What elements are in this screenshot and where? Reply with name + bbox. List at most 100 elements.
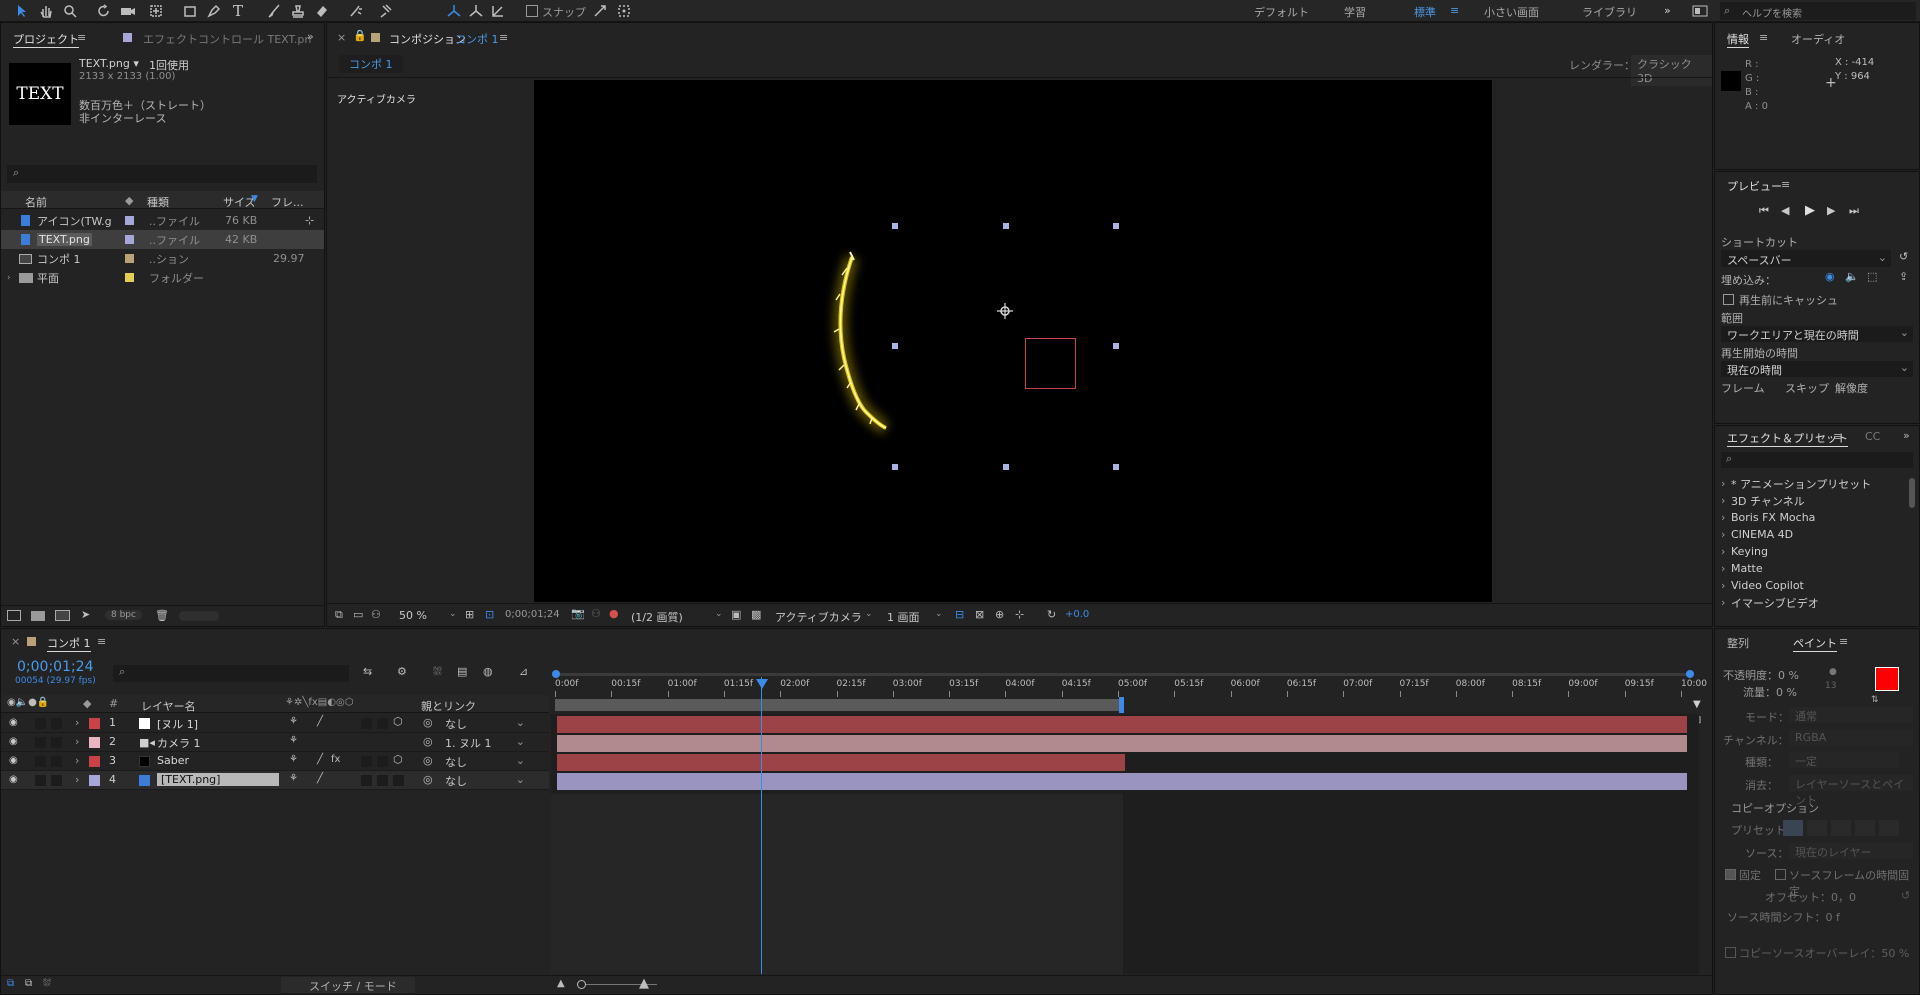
aligned-checkbox[interactable] xyxy=(1725,869,1736,880)
project-item[interactable]: コンポ 1 ..ション 29.97 xyxy=(1,249,324,268)
effect-switch-icon[interactable]: fx xyxy=(331,754,340,765)
lock-switch[interactable] xyxy=(51,737,62,748)
layer-bar-null[interactable] xyxy=(557,716,1687,733)
eraser-tool-icon[interactable] xyxy=(312,1,332,21)
chevron-down-icon[interactable]: ⌄ xyxy=(449,609,457,619)
shortcut-dropdown[interactable]: スペースバー ⌄ xyxy=(1721,250,1891,267)
transparency-grid-icon[interactable]: ▩ xyxy=(751,608,761,621)
tab-effects-presets[interactable]: エフェクト＆プリセット xyxy=(1727,430,1848,447)
shy-layers-icon[interactable]: ⛆ xyxy=(433,665,442,679)
layer-label-color[interactable] xyxy=(89,718,100,729)
project-item[interactable]: TEXT.png ..ファイル 42 KB xyxy=(1,230,324,249)
workspace-library[interactable]: ライブラリ xyxy=(1582,4,1637,20)
disclosure-arrow-icon[interactable]: › xyxy=(75,735,79,748)
shy-switch-icon[interactable]: ⚘ xyxy=(289,716,298,727)
parent-link-header[interactable]: 親とリンク xyxy=(421,698,476,714)
toggle-transparency-icon[interactable]: ⊡ xyxy=(485,608,494,621)
shy-switch-icon[interactable]: ⚘ xyxy=(289,735,298,746)
layer-row[interactable]: ◉ › 4 [TEXT.png] ⚘ ╱ ◎ なし ⌄ xyxy=(1,771,549,790)
flowchart-icon[interactable]: ⊹ xyxy=(1015,608,1024,621)
lock-switch[interactable] xyxy=(51,756,62,767)
disclosure-arrow-icon[interactable]: › xyxy=(1721,494,1725,507)
view-axis-icon[interactable] xyxy=(488,1,508,21)
new-folder-icon[interactable] xyxy=(31,611,45,621)
disclosure-arrow-icon[interactable]: › xyxy=(75,754,79,767)
layer-row[interactable]: ◉ › 2 ■◂ カメラ 1 ⚘ ◎ 1. ヌル 1 ⌄ xyxy=(1,733,549,752)
in-out-toggle-icon[interactable]: ⛆ xyxy=(43,978,51,989)
tab-timeline-comp[interactable]: コンポ 1 xyxy=(47,635,91,652)
zoom-level[interactable]: 50 % xyxy=(399,609,427,622)
solo-switch[interactable] xyxy=(35,756,46,767)
quality-switch-icon[interactable]: ╱ xyxy=(317,716,323,727)
current-time[interactable]: 0;00;01;24 xyxy=(505,609,560,620)
disclosure-arrow-icon[interactable]: › xyxy=(75,773,79,786)
parent-dropdown[interactable]: 1. ヌル 1 ⌄ xyxy=(445,735,525,750)
workspace-overflow-icon[interactable]: » xyxy=(1664,4,1671,17)
frame-blending-icon[interactable]: ▤ xyxy=(457,665,467,678)
timeline-current-time[interactable]: 0;00;01;24 xyxy=(17,659,94,675)
pick-whip-icon[interactable]: ◎ xyxy=(423,773,433,786)
layer-name[interactable]: [ヌル 1] xyxy=(157,716,198,732)
disclosure-arrow-icon[interactable]: › xyxy=(7,273,11,283)
snapshot-icon[interactable]: 📷 xyxy=(571,607,585,620)
project-item[interactable]: アイコン(TW.g ..ファイル 76 KB ⊹ xyxy=(1,211,324,230)
layer-bar-text[interactable] xyxy=(557,773,1687,790)
lock-time-checkbox[interactable] xyxy=(1775,869,1786,880)
clone-stamp-tool-icon[interactable] xyxy=(288,1,308,21)
workspace-standard[interactable]: 標準 xyxy=(1414,4,1436,20)
disclosure-arrow-icon[interactable]: › xyxy=(1721,545,1725,558)
lock-switch[interactable] xyxy=(51,775,62,786)
workspace-menu-icon[interactable]: ≡ xyxy=(1450,4,1459,17)
zoom-out-icon[interactable]: ▲ xyxy=(557,978,565,989)
workspace-toggle-icon[interactable] xyxy=(1690,1,1710,21)
region-icon[interactable]: ▭ xyxy=(353,608,363,621)
parent-dropdown[interactable]: なし ⌄ xyxy=(445,716,525,731)
disclosure-arrow-icon[interactable]: › xyxy=(1721,562,1725,575)
layer-name[interactable]: Saber xyxy=(157,754,189,767)
transform-handle[interactable] xyxy=(892,464,898,470)
play-icon[interactable]: ▶ xyxy=(1805,203,1815,218)
paint-menu-icon[interactable]: ≡ xyxy=(1839,635,1848,648)
camera-tool-icon[interactable] xyxy=(118,1,138,21)
view-camera-dropdown[interactable]: アクティブカメラ xyxy=(775,609,862,625)
shy-switch-icon[interactable]: ⚘ xyxy=(289,773,298,784)
project-search-input[interactable]: ⌕ xyxy=(7,165,317,183)
3d-layer-switch[interactable] xyxy=(393,775,404,786)
layer-bar-saber[interactable] xyxy=(557,754,1125,771)
fast-preview-icon[interactable]: ⊠ xyxy=(975,608,984,621)
panel-overflow-icon[interactable]: » xyxy=(1903,429,1910,442)
workspace-small-screen[interactable]: 小さい画面 xyxy=(1484,4,1539,20)
transform-handle[interactable] xyxy=(1113,464,1119,470)
transform-handle[interactable] xyxy=(1003,464,1009,470)
export-icon[interactable]: ⇪ xyxy=(1899,270,1908,283)
mask-visibility-icon[interactable]: ⚇ xyxy=(371,608,381,621)
tab-cc[interactable]: CC xyxy=(1865,430,1880,443)
rotate-tool-icon[interactable] xyxy=(94,1,114,21)
graph-editor-icon[interactable]: ⊿ xyxy=(519,665,528,678)
effects-menu-icon[interactable]: ≡ xyxy=(1833,430,1842,443)
layer-row[interactable]: ◉ › 3 Saber ⚘ ╱ fx ⬡ ◎ なし ⌄ xyxy=(1,752,549,771)
layer-row[interactable]: ◉ › 1 [ヌル 1] ⚘ ╱ ⬡ ◎ なし ⌄ xyxy=(1,714,549,733)
playhead-handle[interactable] xyxy=(756,679,768,689)
navigator-end-handle[interactable] xyxy=(1686,670,1694,678)
time-ruler[interactable]: 0:00f 00:15f 01:00f 01:15f 02:00f 02:15f 03:00… xyxy=(551,665,1707,713)
current-time-indicator[interactable] xyxy=(761,677,762,974)
column-name[interactable]: 名前 xyxy=(25,194,47,210)
effects-search-input[interactable]: ⌕ xyxy=(1721,452,1913,468)
project-item[interactable]: › 平面 フォルダー xyxy=(1,268,324,287)
shy-switch-icon[interactable]: ⚘ xyxy=(289,754,298,765)
timeline-search-input[interactable]: ⌕ xyxy=(113,665,349,682)
local-axis-icon[interactable] xyxy=(444,1,464,21)
chevron-down-icon[interactable]: ⌄ xyxy=(935,609,943,619)
disclosure-arrow-icon[interactable]: › xyxy=(1721,579,1725,592)
file-name[interactable]: TEXT.png ▾ xyxy=(79,57,139,70)
preview-menu-icon[interactable]: ≡ xyxy=(1781,178,1790,191)
solo-switch[interactable] xyxy=(35,775,46,786)
last-frame-icon[interactable]: ⏭ xyxy=(1849,204,1859,218)
flowchart-icon[interactable]: ⊹ xyxy=(305,214,314,227)
render-queue-icon[interactable]: ➤ xyxy=(81,608,90,621)
null-layer-outline[interactable] xyxy=(1025,338,1076,389)
effects-scrollbar[interactable] xyxy=(1909,478,1915,508)
anchor-point-icon[interactable] xyxy=(997,303,1013,319)
tab-project[interactable]: プロジェクト xyxy=(13,31,79,48)
